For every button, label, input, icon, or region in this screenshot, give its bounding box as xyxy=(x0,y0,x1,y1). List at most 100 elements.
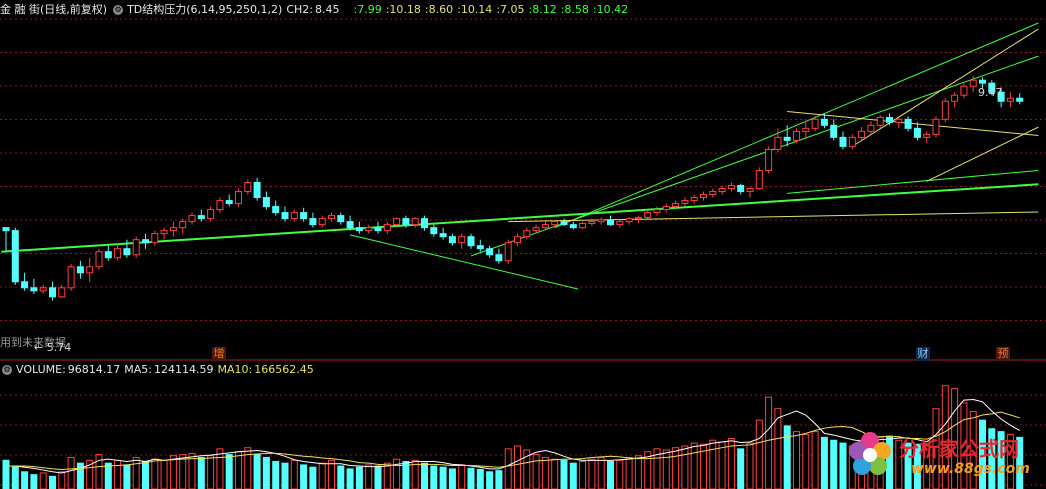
volume-bar xyxy=(39,472,47,489)
volume-bar xyxy=(142,460,149,489)
candle-down xyxy=(820,118,828,126)
candle-down xyxy=(421,218,428,229)
volume-bar xyxy=(281,462,289,489)
volume-bar xyxy=(2,459,10,489)
candle-up xyxy=(383,224,391,232)
volume-bar xyxy=(476,468,484,489)
candle-up xyxy=(718,188,726,193)
candle-down xyxy=(783,136,791,141)
candle-down xyxy=(337,215,345,223)
volume-bar xyxy=(104,462,112,489)
candle-down xyxy=(21,281,29,289)
volume-bar xyxy=(383,462,391,489)
candle-up xyxy=(365,227,373,232)
trend-line-up-2 xyxy=(554,22,1039,229)
volume-bar xyxy=(58,471,66,489)
candle-up xyxy=(662,206,670,211)
candle-down xyxy=(737,185,745,193)
candle-up xyxy=(67,266,75,289)
candle-down xyxy=(560,221,568,226)
indicator-name[interactable]: TD结构压力(6,14,95,250,1,2) xyxy=(127,3,282,16)
ch2-label: CH2: xyxy=(286,3,313,16)
candle-down xyxy=(76,266,84,274)
volume-bar xyxy=(681,445,689,489)
volume-bar xyxy=(634,455,642,489)
stock-title[interactable]: 金 融 街(日线,前复权) xyxy=(0,3,107,16)
stock-chart[interactable] xyxy=(0,0,1046,489)
candle-up xyxy=(39,287,47,292)
marker-yu[interactable]: 预 xyxy=(996,347,1010,361)
candle-down xyxy=(355,227,363,232)
flower-logo-icon xyxy=(849,432,891,475)
volume-panel-header: ⚙ VOLUME: 96814.17 MA5: 124114.59 MA10: 166562… xyxy=(0,362,318,378)
candle-up xyxy=(290,212,298,220)
volume-bar xyxy=(11,465,19,489)
volume-bar xyxy=(793,431,800,489)
candle-up xyxy=(755,169,763,190)
volume-bar xyxy=(830,439,838,489)
candle-up xyxy=(86,266,94,274)
volume-settings-icon[interactable]: ⚙ xyxy=(2,365,12,375)
candle-up xyxy=(709,191,717,196)
marker-zeng[interactable]: 增 xyxy=(212,347,226,361)
candle-up xyxy=(328,215,335,220)
candle-up xyxy=(216,200,224,211)
candle-up xyxy=(588,221,596,224)
volume-bar xyxy=(448,468,456,489)
ma10-label: MA10: xyxy=(217,363,253,376)
candle-down xyxy=(11,230,19,283)
candle-up xyxy=(504,242,512,262)
volume-bar xyxy=(504,448,512,489)
volume-bar xyxy=(439,466,447,489)
candle-up xyxy=(411,218,419,226)
volume-bar xyxy=(374,465,382,489)
watermark-url: www.88gs.com xyxy=(911,461,1030,477)
volume-bar xyxy=(365,464,373,489)
volume-bar xyxy=(579,460,587,489)
candle-down xyxy=(2,227,10,232)
volume-bar xyxy=(458,464,466,489)
volume-bar xyxy=(820,436,828,489)
candle-down xyxy=(979,79,986,84)
volume-bar xyxy=(625,456,633,489)
candle-down xyxy=(839,136,847,147)
candle-up xyxy=(169,227,177,232)
volume-bar xyxy=(588,458,596,489)
candle-up xyxy=(644,212,652,218)
candle-down xyxy=(886,117,893,123)
candle-down xyxy=(262,197,270,208)
value-1: :7.99 xyxy=(353,3,382,16)
candle-up xyxy=(114,248,122,259)
candle-up xyxy=(634,216,642,220)
trend-line-wedge-top xyxy=(852,28,1039,147)
volume-bar xyxy=(430,465,438,489)
candle-down xyxy=(30,287,38,292)
candle-up xyxy=(700,194,707,199)
candle-up xyxy=(941,100,949,120)
volume-label[interactable]: VOLUME: xyxy=(16,363,66,376)
watermark-title: 分析家公式网 xyxy=(899,437,1019,461)
candle-up xyxy=(132,239,140,256)
candle-down xyxy=(346,221,354,229)
candle-up xyxy=(235,191,242,205)
candle-up xyxy=(793,130,800,141)
candle-up xyxy=(960,85,968,96)
low-price-label: ← 5.74 xyxy=(34,341,72,354)
candle-down xyxy=(300,212,308,220)
settings-circle-icon[interactable]: ⚙ xyxy=(113,5,124,15)
volume-bar xyxy=(151,458,159,489)
volume-bar xyxy=(718,441,726,489)
candle-down xyxy=(142,239,149,244)
volume-bar xyxy=(216,448,224,489)
candle-down xyxy=(913,127,921,138)
trend-line-up-3 xyxy=(787,169,1039,194)
volume-bar xyxy=(207,455,215,489)
marker-cai[interactable]: 财 xyxy=(916,347,930,361)
volume-bar xyxy=(30,474,38,489)
value-3: :8.60 xyxy=(424,3,454,16)
candle-up xyxy=(523,230,531,238)
volume-bar xyxy=(532,454,540,489)
volume-bar xyxy=(355,466,363,489)
candle-up xyxy=(532,227,540,232)
volume-bar xyxy=(495,470,503,489)
